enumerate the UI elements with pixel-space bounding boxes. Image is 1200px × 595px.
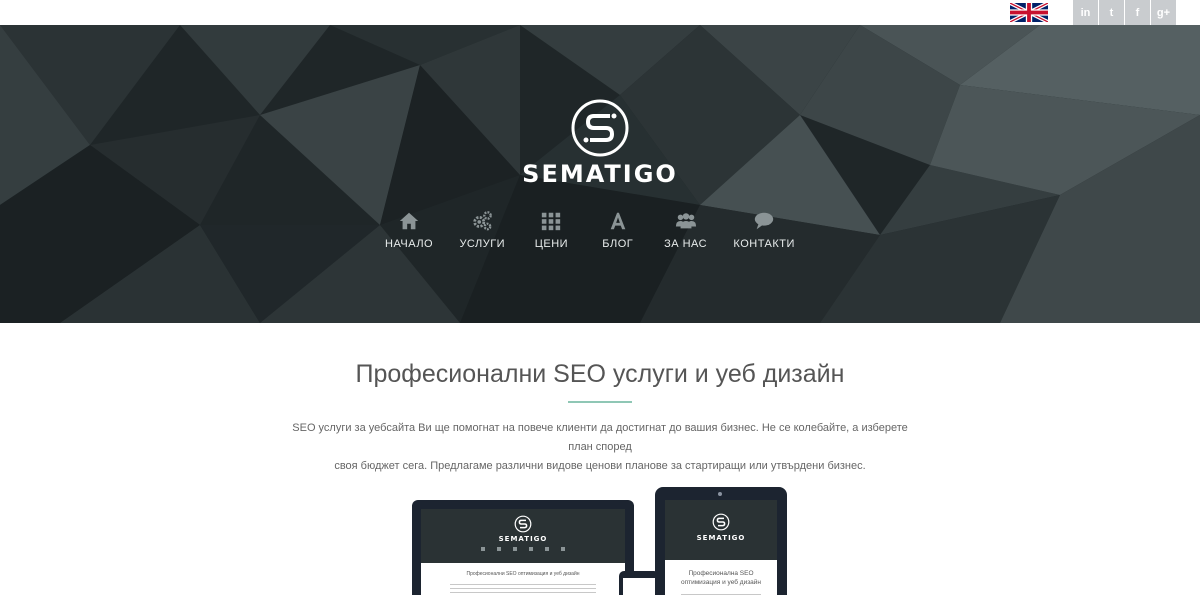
laptop-mini-nav bbox=[481, 547, 565, 551]
nav-item-blog[interactable]: БЛОГ bbox=[598, 210, 638, 250]
nav-label-blog: БЛОГ bbox=[602, 238, 634, 250]
laptop-logo-text: SEMATIGO bbox=[498, 535, 548, 543]
laptop-mockup: SEMATIGO Професионални SEO оптимизация и… bbox=[412, 500, 634, 595]
tablet-camera bbox=[718, 492, 722, 496]
social-links: in t f g+ bbox=[1073, 0, 1176, 25]
sematigo-logo-mark-icon bbox=[571, 99, 629, 157]
font-icon bbox=[610, 212, 626, 230]
gears-icon bbox=[473, 211, 493, 231]
intro-line-1: SEO услуги за уебсайта Ви ще помогнат на… bbox=[292, 422, 908, 453]
nav-item-contacts[interactable]: КОНТАКТИ bbox=[733, 210, 795, 250]
tablet-screen: SEMATIGO Професионална SEO оптимизация и… bbox=[665, 500, 777, 595]
twitter-icon[interactable]: t bbox=[1099, 0, 1124, 25]
comment-icon bbox=[755, 212, 774, 230]
laptop-screen: SEMATIGO Професионални SEO оптимизация и… bbox=[421, 509, 625, 595]
logo-text: SEMATIGO bbox=[522, 160, 678, 188]
intro-text: SEO услуги за уебсайта Ви ще помогнат на… bbox=[280, 419, 920, 476]
nav-label-prices: ЦЕНИ bbox=[534, 238, 569, 250]
nav-item-home[interactable]: НАЧАЛО bbox=[385, 210, 433, 250]
nav-label-home: НАЧАЛО bbox=[385, 238, 434, 250]
page-title: Професионални SEO услуги и уеб дизайн bbox=[355, 360, 845, 388]
laptop-mini-hero: SEMATIGO bbox=[421, 509, 625, 563]
laptop-title: Професионални SEO оптимизация и уеб диза… bbox=[466, 571, 580, 577]
phone-mockup bbox=[619, 571, 659, 595]
laptop-text-lines bbox=[449, 584, 597, 595]
facebook-icon[interactable]: f bbox=[1125, 0, 1150, 25]
tablet-title: Професионална SEO оптимизация и уеб диза… bbox=[680, 570, 762, 586]
nav-label-about: ЗА НАС bbox=[664, 238, 708, 250]
linkedin-icon[interactable]: in bbox=[1073, 0, 1098, 25]
nav-item-about[interactable]: ЗА НАС bbox=[664, 210, 707, 250]
nav-item-services[interactable]: УСЛУГИ bbox=[459, 210, 505, 250]
top-bar: in t f g+ bbox=[0, 0, 1200, 25]
intro-line-2: своя бюджет сега. Предлагаме различни ви… bbox=[334, 460, 866, 472]
tablet-logo-mark-icon bbox=[712, 513, 730, 531]
users-icon bbox=[675, 213, 696, 229]
grid-icon bbox=[542, 212, 561, 231]
uk-flag-icon[interactable] bbox=[1010, 3, 1048, 22]
tablet-mini-hero: SEMATIGO bbox=[665, 500, 777, 560]
logo[interactable]: SEMATIGO bbox=[515, 98, 685, 188]
hero-banner: SEMATIGO НАЧАЛО УСЛУГИ ЦЕНИ БЛОГ ЗА НАС … bbox=[0, 25, 1200, 323]
nav-item-prices[interactable]: ЦЕНИ bbox=[531, 210, 571, 250]
google-plus-icon[interactable]: g+ bbox=[1151, 0, 1176, 25]
nav-label-services: УСЛУГИ bbox=[459, 238, 506, 250]
tablet-logo-text: SEMATIGO bbox=[696, 534, 746, 542]
main-nav: НАЧАЛО УСЛУГИ ЦЕНИ БЛОГ ЗА НАС КОНТАКТИ bbox=[385, 210, 795, 250]
laptop-logo-mark-icon bbox=[514, 515, 532, 533]
tablet-mockup: SEMATIGO Професионална SEO оптимизация и… bbox=[655, 487, 787, 595]
title-divider bbox=[568, 401, 632, 403]
phone-screen bbox=[623, 578, 655, 595]
home-icon bbox=[399, 212, 419, 230]
nav-label-contacts: КОНТАКТИ bbox=[733, 238, 795, 250]
